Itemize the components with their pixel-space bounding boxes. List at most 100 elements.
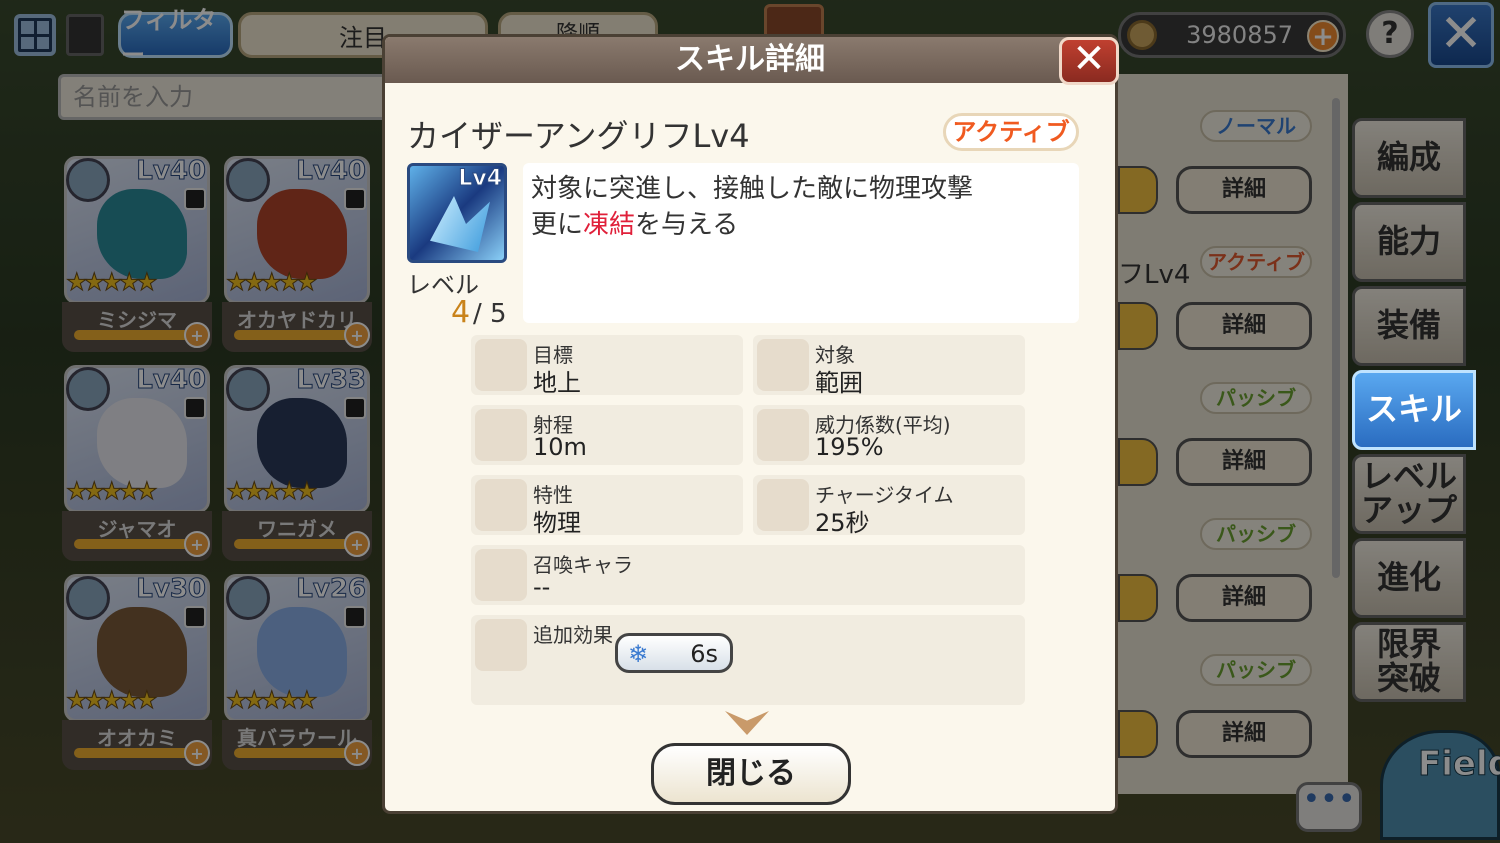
description-highlight: 凍結 — [583, 210, 636, 240]
crosshair-icon — [475, 339, 527, 391]
monster-art — [97, 189, 187, 279]
description-prefix: 更に — [531, 210, 584, 240]
monster-card[interactable]: Lv30 ★★★★★ オオカミ + — [62, 572, 212, 772]
skill-upgrade-button[interactable] — [1118, 574, 1158, 622]
stat-scope: 対象 範囲 — [753, 335, 1025, 397]
monster-level: Lv40 — [296, 156, 367, 187]
snowflake-icon: ❄ — [628, 640, 649, 668]
star-rating: ★★★★★ — [66, 477, 159, 506]
modal-title: スキル詳細 — [385, 37, 1115, 83]
side-tab[interactable]: 装備 — [1352, 286, 1466, 366]
skill-list: ノーマル 詳細 フLv4 アクティブ 詳細 パッシブ 詳細 パッシブ 詳細 パッシブ 詳細 — [1118, 74, 1348, 794]
chat-button[interactable]: ••• — [1296, 782, 1362, 832]
detail-button[interactable]: 詳細 — [1176, 166, 1312, 214]
close-screen-button[interactable]: ✕ — [1428, 2, 1494, 68]
description-line-2: 更に凍結を与える — [531, 207, 1071, 243]
star-rating: ★★★★★ — [66, 686, 159, 715]
range-arrow-icon — [475, 409, 527, 461]
level-current: 4 — [451, 295, 471, 330]
monster-level: Lv40 — [136, 156, 207, 187]
add-exp-button[interactable]: + — [344, 322, 370, 348]
detail-button[interactable]: 詳細 — [1176, 574, 1312, 622]
side-tab[interactable]: レベル アップ — [1352, 454, 1466, 534]
skill-icon-level: Lv4 — [458, 166, 503, 192]
lock-icon — [344, 397, 366, 419]
name-search-input[interactable]: 名前を入力 — [58, 74, 388, 120]
skill-name: カイザーアングリフLv4 — [407, 117, 750, 155]
add-exp-button[interactable]: + — [344, 740, 370, 766]
water-element-icon — [66, 158, 110, 202]
detail-button[interactable]: 詳細 — [1176, 302, 1312, 350]
monster-card[interactable]: Lv40 ★★★★★ オカヤドカリ + — [222, 154, 372, 354]
add-exp-button[interactable]: + — [184, 322, 210, 348]
skill-upgrade-button[interactable] — [1118, 166, 1158, 214]
add-exp-button[interactable]: + — [184, 531, 210, 557]
monster-art — [257, 607, 347, 697]
list-view-button[interactable] — [66, 14, 104, 56]
coin-amount: 3980857 — [1186, 21, 1293, 49]
skill-list-row: フLv4 アクティブ 詳細 — [1118, 246, 1348, 372]
description-suffix: を与える — [635, 210, 739, 240]
add-coins-button[interactable]: + — [1307, 20, 1339, 52]
skill-description: 対象に突進し、接触した敵に物理攻撃 更に凍結を与える — [523, 163, 1079, 323]
side-tab[interactable]: スキル — [1352, 370, 1476, 450]
monster-level: Lv40 — [136, 365, 207, 396]
skill-upgrade-button[interactable] — [1118, 302, 1158, 350]
detail-button[interactable]: 詳細 — [1176, 438, 1312, 486]
skill-list-tag: ノーマル — [1200, 110, 1312, 142]
monster-level: Lv30 — [136, 574, 207, 605]
skill-list-tag: アクティブ — [1200, 246, 1312, 278]
side-tab[interactable]: 能力 — [1352, 202, 1466, 282]
skill-upgrade-button[interactable] — [1118, 710, 1158, 758]
stat-effect: 追加効果 ❄ 6s — [471, 615, 1025, 705]
monster-art — [97, 398, 187, 488]
chevron-down-icon — [725, 711, 769, 735]
monster-art — [257, 398, 347, 488]
exp-bar — [74, 539, 190, 549]
skill-list-scrollbar[interactable] — [1332, 98, 1340, 578]
add-exp-button[interactable]: + — [344, 531, 370, 557]
star-rating: ★★★★★ — [226, 477, 319, 506]
skill-upgrade-button[interactable] — [1118, 438, 1158, 486]
coin-counter: 3980857 + — [1118, 12, 1346, 58]
monster-card[interactable]: Lv40 ★★★★★ ミシジマ + — [62, 154, 212, 354]
monster-level: Lv26 — [296, 574, 367, 605]
grid-view-button[interactable] — [14, 14, 56, 56]
skill-list-tag: パッシブ — [1200, 518, 1312, 550]
sword-icon — [475, 479, 527, 531]
water-element-icon — [66, 576, 110, 620]
stat-value: -- — [533, 573, 551, 601]
side-tab[interactable]: 進化 — [1352, 538, 1466, 618]
freeze-effect-chip[interactable]: ❄ 6s — [615, 633, 733, 673]
filter-button[interactable]: フィルター — [118, 6, 233, 69]
lock-icon — [184, 397, 206, 419]
monster-card[interactable]: Lv40 ★★★★★ ジャマオ + — [62, 363, 212, 563]
field-label[interactable]: Field — [1418, 744, 1500, 785]
stat-value: 10m — [533, 433, 587, 461]
skill-list-tag: パッシブ — [1200, 654, 1312, 686]
stat-trait: 特性 物理 — [471, 475, 743, 537]
stat-value: 195% — [815, 433, 884, 461]
lock-icon — [344, 188, 366, 210]
level-max: / 5 — [473, 299, 507, 329]
close-button[interactable]: 閉じる — [651, 743, 851, 805]
lock-icon — [184, 606, 206, 628]
effect-duration: 6s — [690, 640, 718, 668]
skill-list-row: ノーマル詳細 — [1118, 110, 1348, 236]
monster-card[interactable]: Lv33 ★★★★★ ワニガメ + — [222, 363, 372, 563]
ice-shard-icon — [430, 196, 490, 252]
skill-list-row: パッシブ 詳細 — [1118, 382, 1348, 508]
monster-card[interactable]: Lv26 ★★★★★ 真バラウール + — [222, 572, 372, 772]
detail-button[interactable]: 詳細 — [1176, 710, 1312, 758]
add-exp-button[interactable]: + — [184, 740, 210, 766]
sword-plus-icon — [475, 619, 527, 671]
side-tab[interactable]: 限界 突破 — [1352, 622, 1466, 702]
help-button[interactable]: ? — [1366, 10, 1414, 58]
water-element-icon — [226, 367, 270, 411]
side-tab[interactable]: 編成 — [1352, 118, 1466, 198]
modal-close-button[interactable]: ✕ — [1059, 37, 1119, 85]
exp-bar — [74, 748, 190, 758]
stat-value: 地上 — [533, 369, 581, 397]
water-element-icon — [226, 158, 270, 202]
stat-power: 威力係数(平均) 195% — [753, 405, 1025, 465]
